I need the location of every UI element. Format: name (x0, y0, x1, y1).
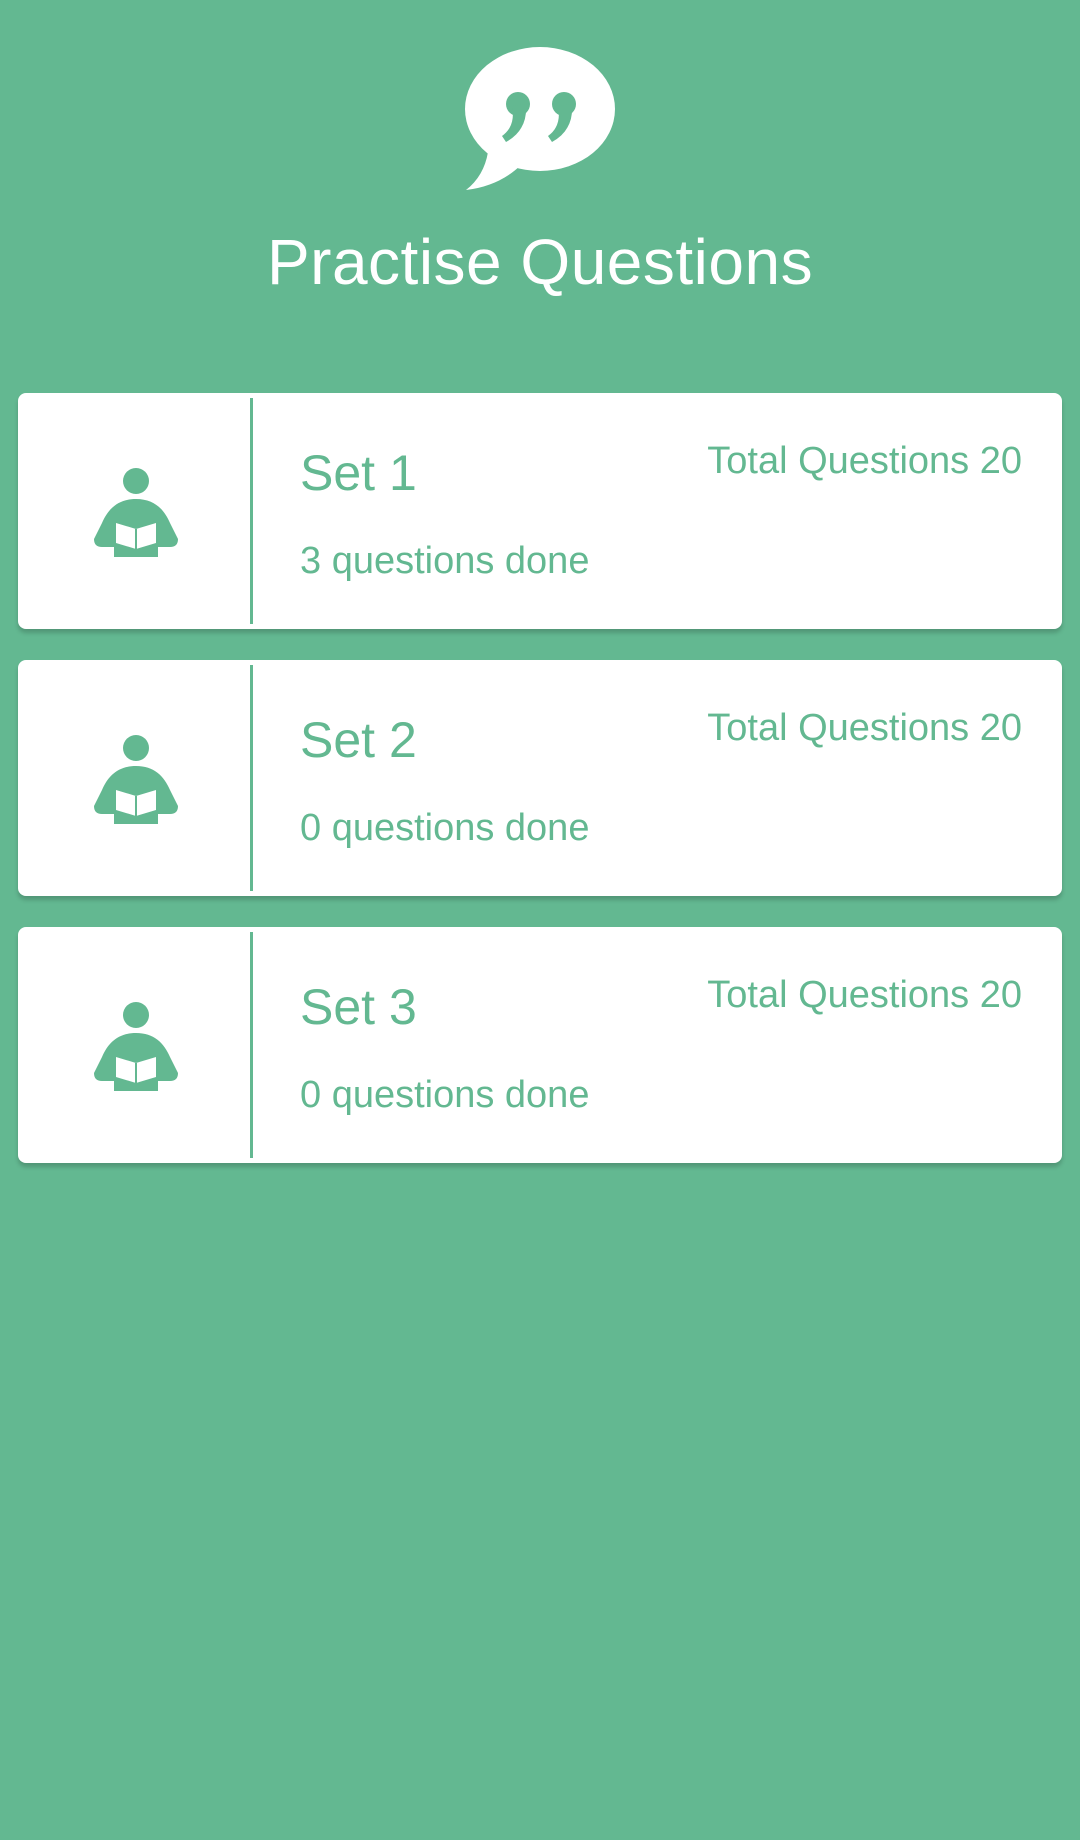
header: Practise Questions (0, 0, 1080, 320)
person-reading-book-icon (94, 734, 178, 824)
person-reading-book-icon (94, 1001, 178, 1091)
set-total-questions: Total Questions 20 (707, 440, 1022, 482)
card-icon-area (18, 927, 251, 1163)
card-icon-area (18, 393, 251, 629)
set-card-2[interactable]: Set 2 Total Questions 20 0 questions don… (18, 660, 1062, 896)
set-list: Set 1 Total Questions 20 3 questions don… (18, 393, 1062, 1194)
set-total-questions: Total Questions 20 (707, 974, 1022, 1016)
card-divider (250, 932, 253, 1158)
page-title: Practise Questions (266, 226, 814, 298)
set-title: Set 2 (300, 712, 417, 768)
card-icon-area (18, 660, 251, 896)
card-divider (250, 665, 253, 891)
set-progress: 0 questions done (300, 1074, 590, 1116)
person-reading-book-icon (94, 467, 178, 557)
set-card-1[interactable]: Set 1 Total Questions 20 3 questions don… (18, 393, 1062, 629)
quote-speech-bubble-icon (460, 44, 618, 192)
set-total-questions: Total Questions 20 (707, 707, 1022, 749)
set-progress: 0 questions done (300, 807, 590, 849)
set-progress: 3 questions done (300, 540, 590, 582)
set-card-3[interactable]: Set 3 Total Questions 20 0 questions don… (18, 927, 1062, 1163)
set-title: Set 3 (300, 979, 417, 1035)
card-divider (250, 398, 253, 624)
set-title: Set 1 (300, 445, 417, 501)
